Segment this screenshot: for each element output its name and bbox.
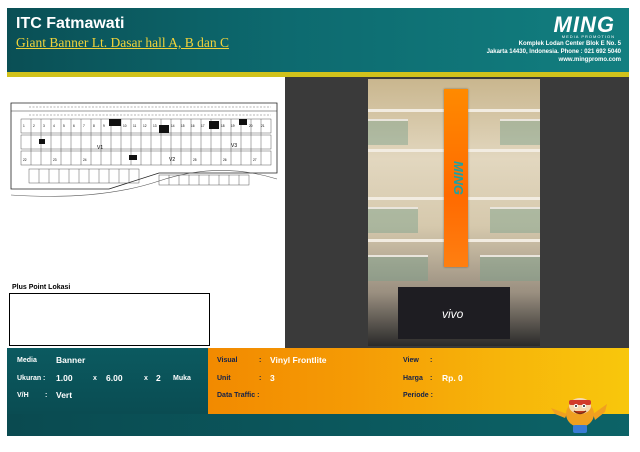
visual-colon: : <box>259 357 262 364</box>
glass-railing <box>368 207 418 233</box>
map-label-v1: V1 <box>97 145 103 151</box>
map-number: 6 <box>73 124 75 128</box>
view-label: View <box>403 357 419 364</box>
ming-logo-tagline: MEDIA PROMOTION <box>561 34 615 39</box>
unit-colon: : <box>259 375 262 382</box>
map-number: 16 <box>191 124 195 128</box>
map-number: 12 <box>143 124 147 128</box>
map-number: 21 <box>261 124 265 128</box>
map-number: 4 <box>53 124 55 128</box>
map-label-v3: V3 <box>231 143 237 149</box>
harga-value: Rp. 0 <box>442 373 463 383</box>
vh-label: V/H <box>17 392 29 399</box>
map-number: 5 <box>63 124 65 128</box>
glass-railing <box>500 119 540 145</box>
map-number: 1 <box>23 124 25 128</box>
banner-logo-text: MING <box>451 161 466 195</box>
view-colon: : <box>430 357 433 364</box>
address-line-1: Komplek Lodan Center Blok E No. 5 <box>518 41 621 47</box>
visual-label: Visual <box>217 357 238 364</box>
map-number: 19 <box>231 124 235 128</box>
vh-value: Vert <box>56 390 73 400</box>
ukuran-x1: x <box>93 375 97 382</box>
map-number: 11 <box>133 124 137 128</box>
media-value: Banner <box>56 355 86 365</box>
faces-value: 2 <box>156 373 161 383</box>
site-photo: MING vivo <box>368 79 540 346</box>
map-label-v2: V2 <box>169 157 175 163</box>
company-address: Komplek Lodan Center Blok E No. 5 Jakart… <box>487 40 621 64</box>
floor-plan: V1 V2 V3 1 2 3 4 5 6 7 8 9 10 11 12 13 1… <box>7 77 283 287</box>
vh-colon: : <box>45 392 48 399</box>
ukuran-width: 1.00 <box>56 373 73 383</box>
address-line-2: Jakarta 14430, Indonesia. Phone : 021 69… <box>486 49 621 55</box>
map-number: 8 <box>93 124 95 128</box>
plus-point-box <box>9 293 210 346</box>
map-number: 24 <box>83 158 87 162</box>
unit-label: Unit <box>217 375 231 382</box>
shop-sign: vivo <box>442 307 464 321</box>
media-label: Media <box>17 357 37 364</box>
map-number: 20 <box>249 124 253 128</box>
ukuran-height: 6.00 <box>106 373 123 383</box>
glass-railing <box>368 255 428 281</box>
mascot-icon <box>551 398 607 433</box>
spec-panel: Media Banner Ukuran : 1.00 x 6.00 x 2 Mu… <box>7 348 629 414</box>
header-banner: ITC Fatmawati Giant Banner Lt. Dasar hal… <box>7 8 629 72</box>
glass-railing <box>368 119 408 145</box>
map-number: 23 <box>53 158 57 162</box>
page: ITC Fatmawati Giant Banner Lt. Dasar hal… <box>7 8 629 436</box>
map-number: 2 <box>33 124 35 128</box>
map-number: 14 <box>171 124 175 128</box>
map-number: 26 <box>223 158 227 162</box>
ukuran-x2: x <box>144 375 148 382</box>
periode-label: Periode : <box>403 392 433 399</box>
spec-panel-left: Media Banner Ukuran : 1.00 x 6.00 x 2 Mu… <box>7 348 208 414</box>
harga-label: Harga <box>403 375 423 382</box>
map-number: 13 <box>153 124 157 128</box>
giant-banner: MING <box>444 89 468 267</box>
visual-value: Vinyl Frontlite <box>270 355 327 365</box>
map-number: 7 <box>83 124 85 128</box>
footer-band <box>7 414 629 436</box>
ukuran-label: Ukuran : <box>17 375 46 382</box>
map-number: 18 <box>221 124 225 128</box>
glass-railing <box>490 207 540 233</box>
map-number: 10 <box>123 124 127 128</box>
plus-point-label: Plus Point Lokasi <box>12 284 71 291</box>
traffic-label: Data Traffic : <box>217 392 260 399</box>
glass-railing <box>480 255 540 281</box>
location-subtitle: Giant Banner Lt. Dasar hall A, B dan C <box>16 35 229 50</box>
map-number: 15 <box>181 124 185 128</box>
harga-colon: : <box>430 375 433 382</box>
floor-plan-drawing: V1 V2 V3 1 2 3 4 5 6 7 8 9 10 11 12 13 1… <box>9 91 281 261</box>
map-number: 3 <box>43 124 45 128</box>
photo-panel: MING vivo <box>285 77 629 348</box>
map-number: 9 <box>103 124 105 128</box>
map-number: 25 <box>193 158 197 162</box>
unit-value: 3 <box>270 373 275 383</box>
map-number: 27 <box>253 158 257 162</box>
shop-front: vivo <box>398 287 510 339</box>
faces-label: Muka <box>173 375 191 382</box>
map-number: 22 <box>23 158 27 162</box>
location-title: ITC Fatmawati <box>16 15 125 32</box>
map-number: 17 <box>201 124 205 128</box>
address-line-3: www.mingpromo.com <box>558 57 621 63</box>
